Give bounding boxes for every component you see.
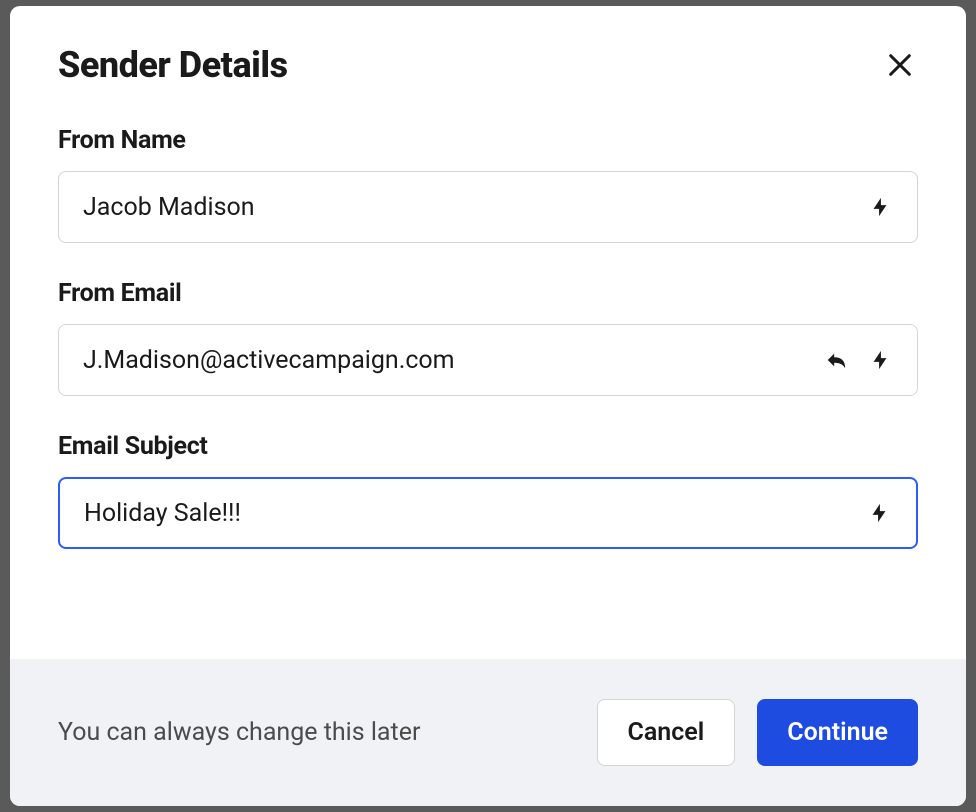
close-icon (886, 51, 914, 79)
email-subject-label: Email Subject (58, 432, 918, 461)
personalization-button[interactable] (866, 500, 892, 526)
lightning-icon (869, 349, 891, 371)
from-name-label: From Name (58, 126, 918, 155)
email-subject-input-icons (866, 500, 916, 526)
lightning-icon (869, 196, 891, 218)
footer-buttons: Cancel Continue (597, 699, 918, 766)
from-email-label: From Email (58, 279, 918, 308)
from-email-group: From Email (58, 279, 918, 396)
modal-title: Sender Details (58, 44, 288, 86)
modal-body: From Name From Email (10, 86, 966, 659)
continue-button[interactable]: Continue (757, 699, 918, 766)
from-name-input[interactable] (59, 172, 867, 242)
from-email-input[interactable] (59, 325, 823, 395)
modal-header: Sender Details (10, 6, 966, 86)
modal-footer: You can always change this later Cancel … (10, 659, 966, 806)
from-name-group: From Name (58, 126, 918, 243)
sender-details-modal: Sender Details From Name (10, 6, 966, 806)
personalization-button[interactable] (867, 194, 893, 220)
cancel-button[interactable]: Cancel (597, 699, 736, 766)
from-email-input-icons (823, 347, 917, 373)
from-name-input-icons (867, 194, 917, 220)
email-subject-group: Email Subject (58, 432, 918, 549)
personalization-button[interactable] (867, 347, 893, 373)
from-name-input-wrapper (58, 171, 918, 243)
footer-helper-text: You can always change this later (58, 718, 420, 747)
from-email-input-wrapper (58, 324, 918, 396)
lightning-icon (868, 502, 890, 524)
email-subject-input[interactable] (60, 479, 866, 547)
reply-icon (825, 349, 847, 371)
close-button[interactable] (882, 47, 918, 83)
email-subject-input-wrapper (58, 477, 918, 549)
reply-button[interactable] (823, 347, 849, 373)
